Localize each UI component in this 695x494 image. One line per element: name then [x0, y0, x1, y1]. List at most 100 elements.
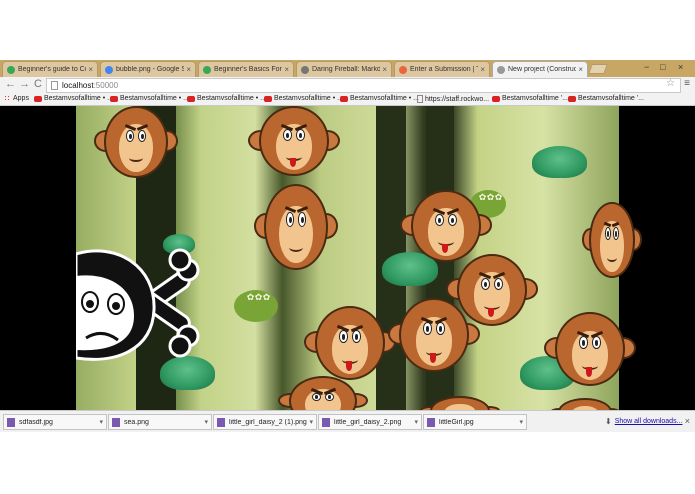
tab-google-search[interactable]: bubble.png - Google Sear × [100, 61, 196, 77]
game-canvas[interactable] [0, 106, 695, 410]
download-name: sdfasdf.jpg [19, 418, 53, 426]
image-file-icon [217, 417, 225, 427]
close-icon[interactable]: × [382, 65, 387, 74]
tab-label: Beginner's Basics For Con [214, 66, 282, 73]
monkey-sprite[interactable] [254, 184, 338, 270]
bookmark-label: Bestamvsofalltime '... [578, 95, 644, 102]
monkey-sprite[interactable] [304, 306, 396, 380]
google-icon [105, 65, 113, 74]
bookmark-item[interactable]: https://staff.rockwo... [417, 95, 489, 103]
tab-daring-fireball[interactable]: Daring Fireball: Markdow × [296, 61, 392, 77]
bookmark-item[interactable]: Bestamvsofalltime • ... [340, 95, 419, 102]
image-file-icon [112, 417, 120, 427]
maximize-button[interactable]: □ [660, 62, 665, 72]
download-item[interactable]: sea.png ▾ [108, 414, 212, 430]
youtube-icon [568, 95, 576, 102]
window-close-button[interactable]: × [678, 62, 683, 72]
close-icon[interactable]: × [186, 65, 191, 74]
download-item[interactable]: little_girl_daisy_2 (1).png ▾ [213, 414, 317, 430]
downloads-close-button[interactable]: × [685, 416, 690, 426]
address-bar[interactable]: localhost :50000 [46, 78, 681, 93]
youtube-icon [264, 95, 272, 102]
address-port: :50000 [93, 81, 119, 90]
download-arrow-icon: ⬇ [605, 417, 612, 426]
download-name: littleGirl.jpg [439, 418, 474, 426]
close-icon[interactable]: × [480, 65, 485, 74]
youtube-icon [340, 95, 348, 102]
tab-label: Enter a Submission | Tim [410, 66, 478, 73]
monkey-sprite[interactable] [550, 398, 620, 410]
star-circle-icon [301, 65, 309, 74]
monkey-sprite[interactable] [278, 376, 368, 410]
construct-icon [203, 65, 211, 74]
download-name: sea.png [124, 418, 149, 426]
bush-sprite [532, 146, 587, 178]
minimize-button[interactable]: − [644, 62, 649, 72]
back-button[interactable]: ← [5, 78, 16, 90]
image-file-icon [7, 417, 15, 427]
bookmark-label: Bestamvsofalltime • ... [274, 95, 343, 102]
chevron-down-icon[interactable]: ▾ [204, 418, 208, 426]
bookmark-item[interactable]: Bestamvsofalltime • ... [264, 95, 343, 102]
monkey-sprite[interactable] [388, 298, 480, 372]
download-item[interactable]: sdfasdf.jpg ▾ [3, 414, 107, 430]
close-icon[interactable]: × [578, 65, 583, 74]
bookmark-label: Bestamvsofalltime • ... [197, 95, 266, 102]
image-file-icon [322, 417, 330, 427]
bookmark-item[interactable]: Bestamvsofalltime • ... [187, 95, 266, 102]
forward-button[interactable]: → [19, 78, 30, 90]
tab-label: Beginner's guide to Const [18, 66, 86, 73]
close-icon[interactable]: × [88, 65, 93, 74]
skull-crossbones-monkey-sprite[interactable] [76, 246, 200, 366]
bookmark-label: Bestamvsofalltime • ... [350, 95, 419, 102]
bookmark-item[interactable]: Bestamvsofalltime • ... [110, 95, 189, 102]
download-name: little_girl_daisy_2.png [334, 418, 402, 426]
menu-icon[interactable]: ≡ [684, 78, 690, 89]
chevron-down-icon[interactable]: ▾ [309, 418, 313, 426]
browser-window: Beginner's guide to Const × bubble.png -… [0, 60, 695, 432]
tab-beginners-basics[interactable]: Beginner's Basics For Con × [198, 61, 294, 77]
bookmark-star-icon[interactable]: ☆ [666, 78, 675, 89]
youtube-icon [34, 95, 42, 102]
monkey-sprite[interactable] [248, 106, 340, 176]
close-icon[interactable]: × [284, 65, 289, 74]
bookmark-item[interactable]: Bestamvsofalltime '... [568, 95, 644, 102]
page-icon [417, 95, 423, 103]
construct-icon [7, 65, 15, 74]
address-host: localhost [62, 81, 94, 90]
bookmark-apps[interactable]: Apps [4, 95, 29, 102]
tab-strip: Beginner's guide to Const × bubble.png -… [0, 60, 695, 77]
download-item[interactable]: littleGirl.jpg ▾ [423, 414, 527, 430]
tab-enter-submission[interactable]: Enter a Submission | Tim × [394, 61, 490, 77]
monkey-sprite[interactable] [582, 202, 642, 278]
bookmark-item[interactable]: Bestamvsofalltime • ... [34, 95, 113, 102]
chevron-down-icon[interactable]: ▾ [414, 418, 418, 426]
chevron-down-icon[interactable]: ▾ [99, 418, 103, 426]
reload-button[interactable]: C [34, 78, 42, 90]
tab-new-project[interactable]: New project (Construct 2 × [492, 61, 588, 77]
monkey-sprite[interactable] [544, 312, 636, 386]
tab-label: bubble.png - Google Sear [116, 66, 184, 73]
submission-icon [399, 65, 407, 74]
new-tab-button[interactable] [588, 64, 608, 74]
youtube-icon [492, 95, 500, 102]
monkey-sprite[interactable] [400, 190, 492, 262]
monkey-sprite[interactable] [420, 396, 500, 410]
chevron-down-icon[interactable]: ▾ [519, 418, 523, 426]
bookmark-item[interactable]: Bestamvsofalltime '... [492, 95, 568, 102]
show-all-downloads-link[interactable]: ⬇ Show all downloads... [605, 417, 682, 426]
tab-beginners-guide[interactable]: Beginner's guide to Const × [2, 61, 98, 77]
bookmark-label: Bestamvsofalltime '... [502, 95, 568, 102]
download-item[interactable]: little_girl_daisy_2.png ▾ [318, 414, 422, 430]
tab-label: Daring Fireball: Markdow [312, 66, 381, 73]
browser-toolbar: ← → C localhost :50000 ☆ ≡ [0, 77, 695, 94]
page-icon [51, 81, 58, 90]
bookmark-label: Apps [13, 95, 29, 102]
show-all-label: Show all downloads... [614, 418, 683, 425]
monkey-sprite[interactable] [94, 106, 178, 178]
page-icon [497, 65, 505, 74]
bookmarks-bar: Apps Bestamvsofalltime • ... Bestamvsofa… [0, 94, 695, 106]
tab-label: New project (Construct 2 [508, 66, 577, 73]
bookmark-label: Bestamvsofalltime • ... [44, 95, 113, 102]
download-name: little_girl_daisy_2 (1).png [229, 418, 307, 426]
